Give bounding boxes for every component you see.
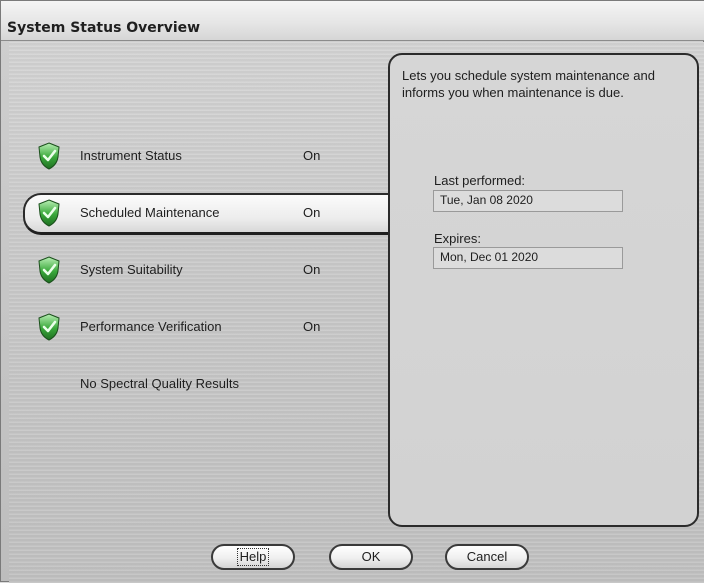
status-row-label: Performance Verification	[80, 319, 222, 334]
status-row-state: On	[303, 262, 321, 277]
last-performed-label: Last performed:	[434, 173, 526, 188]
help-button[interactable]: Help	[211, 544, 295, 570]
status-row-state: On	[303, 205, 321, 220]
status-row-label: Instrument Status	[80, 148, 182, 163]
detail-description: Lets you schedule system maintenance and…	[402, 68, 655, 100]
system-status-window: System Status Overview Lets you schedule…	[0, 0, 704, 583]
status-row-label: System Suitability	[80, 262, 183, 277]
expires-field: Mon, Dec 01 2020	[433, 247, 623, 269]
status-row-state: On	[303, 148, 321, 163]
details-panel: Lets you schedule system maintenance and…	[388, 53, 699, 527]
last-performed-field: Tue, Jan 08 2020	[433, 190, 623, 212]
ok-button[interactable]: OK	[329, 544, 413, 570]
status-row-label: No Spectral Quality Results	[80, 376, 239, 391]
green-shield-check-icon	[38, 313, 60, 341]
green-shield-check-icon	[38, 199, 60, 227]
ok-button-label: OK	[361, 549, 381, 564]
cancel-button-label: Cancel	[466, 549, 508, 564]
help-button-label: Help	[236, 548, 270, 566]
green-shield-check-icon	[38, 142, 60, 170]
green-shield-check-icon	[38, 256, 60, 284]
cancel-button[interactable]: Cancel	[445, 544, 529, 570]
status-row-label: Scheduled Maintenance	[80, 205, 220, 220]
expires-label: Expires:	[434, 231, 481, 246]
title-bar: System Status Overview	[1, 1, 704, 41]
status-row-state: On	[303, 319, 321, 334]
window-title: System Status Overview	[7, 20, 201, 36]
